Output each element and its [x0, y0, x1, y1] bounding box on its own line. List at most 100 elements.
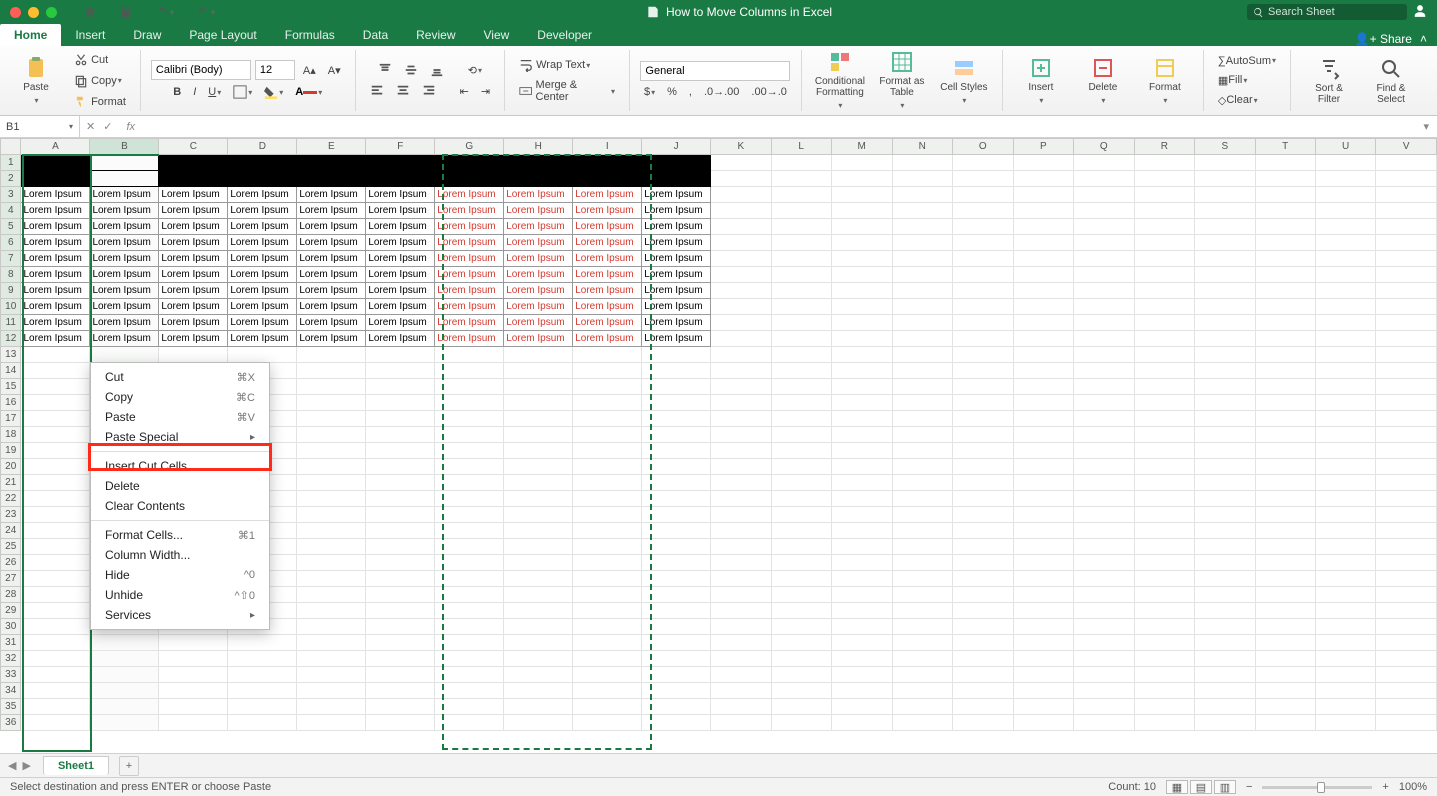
cell[interactable]: Lorem Ipsum: [90, 315, 159, 331]
cell[interactable]: [1134, 715, 1195, 731]
cell[interactable]: Lorem Ipsum: [228, 283, 297, 299]
cell[interactable]: [1255, 683, 1315, 699]
cell[interactable]: [711, 379, 771, 395]
cell[interactable]: Lorem Ipsum: [504, 331, 573, 347]
cell[interactable]: [831, 507, 892, 523]
cell[interactable]: [1376, 395, 1437, 411]
column-header[interactable]: O: [953, 139, 1014, 155]
cell[interactable]: [1195, 283, 1255, 299]
cell[interactable]: [366, 603, 435, 619]
cell[interactable]: [1255, 379, 1315, 395]
cell[interactable]: [1376, 283, 1437, 299]
cell[interactable]: [1195, 171, 1255, 187]
column-header[interactable]: T: [1255, 139, 1315, 155]
cell[interactable]: [297, 379, 366, 395]
cell[interactable]: Lorem Ipsum: [90, 251, 159, 267]
cell[interactable]: Lorem Ipsum: [642, 315, 711, 331]
cell[interactable]: [771, 427, 831, 443]
cell[interactable]: Lorem Ipsum: [228, 299, 297, 315]
cell[interactable]: [642, 587, 711, 603]
cell[interactable]: [90, 347, 159, 363]
cell[interactable]: [953, 171, 1014, 187]
cell[interactable]: [771, 331, 831, 347]
cell[interactable]: [892, 315, 953, 331]
cell[interactable]: [892, 507, 953, 523]
cell[interactable]: [711, 523, 771, 539]
cell[interactable]: [1074, 251, 1135, 267]
cell[interactable]: [953, 187, 1014, 203]
cell[interactable]: [1074, 539, 1135, 555]
cell[interactable]: [21, 715, 90, 731]
cell[interactable]: [435, 491, 504, 507]
cell[interactable]: [711, 619, 771, 635]
cell[interactable]: [953, 331, 1014, 347]
context-menu-item-column-width-[interactable]: Column Width...: [91, 545, 269, 565]
cell[interactable]: Lorem Ipsum: [366, 299, 435, 315]
cell[interactable]: [892, 587, 953, 603]
cell[interactable]: [1195, 491, 1255, 507]
cell[interactable]: [1315, 635, 1376, 651]
cell[interactable]: [771, 491, 831, 507]
cell[interactable]: [1013, 219, 1073, 235]
cell[interactable]: [21, 603, 90, 619]
cell[interactable]: Lorem Ipsum: [504, 283, 573, 299]
column-header[interactable]: F: [366, 139, 435, 155]
cell[interactable]: [1134, 491, 1195, 507]
cell[interactable]: [228, 651, 297, 667]
cell[interactable]: [642, 571, 711, 587]
cell[interactable]: [892, 635, 953, 651]
cell[interactable]: [435, 603, 504, 619]
zoom-level[interactable]: 100%: [1399, 781, 1427, 793]
cell[interactable]: Lorem Ipsum: [21, 187, 90, 203]
cell[interactable]: [642, 459, 711, 475]
cell[interactable]: [831, 523, 892, 539]
cell[interactable]: [1255, 331, 1315, 347]
cell[interactable]: [771, 651, 831, 667]
cell[interactable]: [366, 491, 435, 507]
cell[interactable]: [642, 619, 711, 635]
row-header[interactable]: 17: [1, 411, 21, 427]
cell[interactable]: [1074, 587, 1135, 603]
cell[interactable]: [892, 555, 953, 571]
row-header[interactable]: 8: [1, 267, 21, 283]
cell[interactable]: [1074, 155, 1135, 171]
cell[interactable]: [1255, 523, 1315, 539]
cell[interactable]: [1376, 379, 1437, 395]
cell[interactable]: [1376, 715, 1437, 731]
cell[interactable]: [1255, 715, 1315, 731]
column-header[interactable]: R: [1134, 139, 1195, 155]
cell[interactable]: [159, 683, 228, 699]
italic-button[interactable]: I: [189, 84, 200, 100]
cell[interactable]: [1074, 395, 1135, 411]
cell[interactable]: [711, 315, 771, 331]
cell[interactable]: [1376, 555, 1437, 571]
cell[interactable]: [1255, 395, 1315, 411]
cell[interactable]: [297, 635, 366, 651]
cell[interactable]: [1376, 315, 1437, 331]
cell[interactable]: [1195, 443, 1255, 459]
cell[interactable]: Lorem Ipsum: [21, 315, 90, 331]
cell[interactable]: Lorem Ipsum: [228, 235, 297, 251]
cell[interactable]: [1255, 315, 1315, 331]
cell[interactable]: [953, 619, 1014, 635]
cell[interactable]: [1074, 459, 1135, 475]
cell[interactable]: Lorem Ipsum: [159, 187, 228, 203]
cell[interactable]: [1255, 171, 1315, 187]
cell[interactable]: [366, 715, 435, 731]
cell[interactable]: [366, 475, 435, 491]
cell[interactable]: [642, 651, 711, 667]
cell[interactable]: [1134, 587, 1195, 603]
cell[interactable]: Lorem Ipsum: [435, 315, 504, 331]
cell[interactable]: [831, 251, 892, 267]
cell[interactable]: Lorem Ipsum: [297, 267, 366, 283]
cell[interactable]: [1013, 507, 1073, 523]
context-menu-item-copy[interactable]: Copy⌘C: [91, 387, 269, 407]
cell[interactable]: Lorem Ipsum: [435, 251, 504, 267]
sheet-tab[interactable]: Sheet1: [43, 756, 109, 775]
cell[interactable]: [366, 699, 435, 715]
cell[interactable]: [1255, 587, 1315, 603]
cell[interactable]: [1315, 603, 1376, 619]
cell[interactable]: [504, 171, 573, 187]
cell[interactable]: [1195, 619, 1255, 635]
cell[interactable]: [573, 363, 642, 379]
